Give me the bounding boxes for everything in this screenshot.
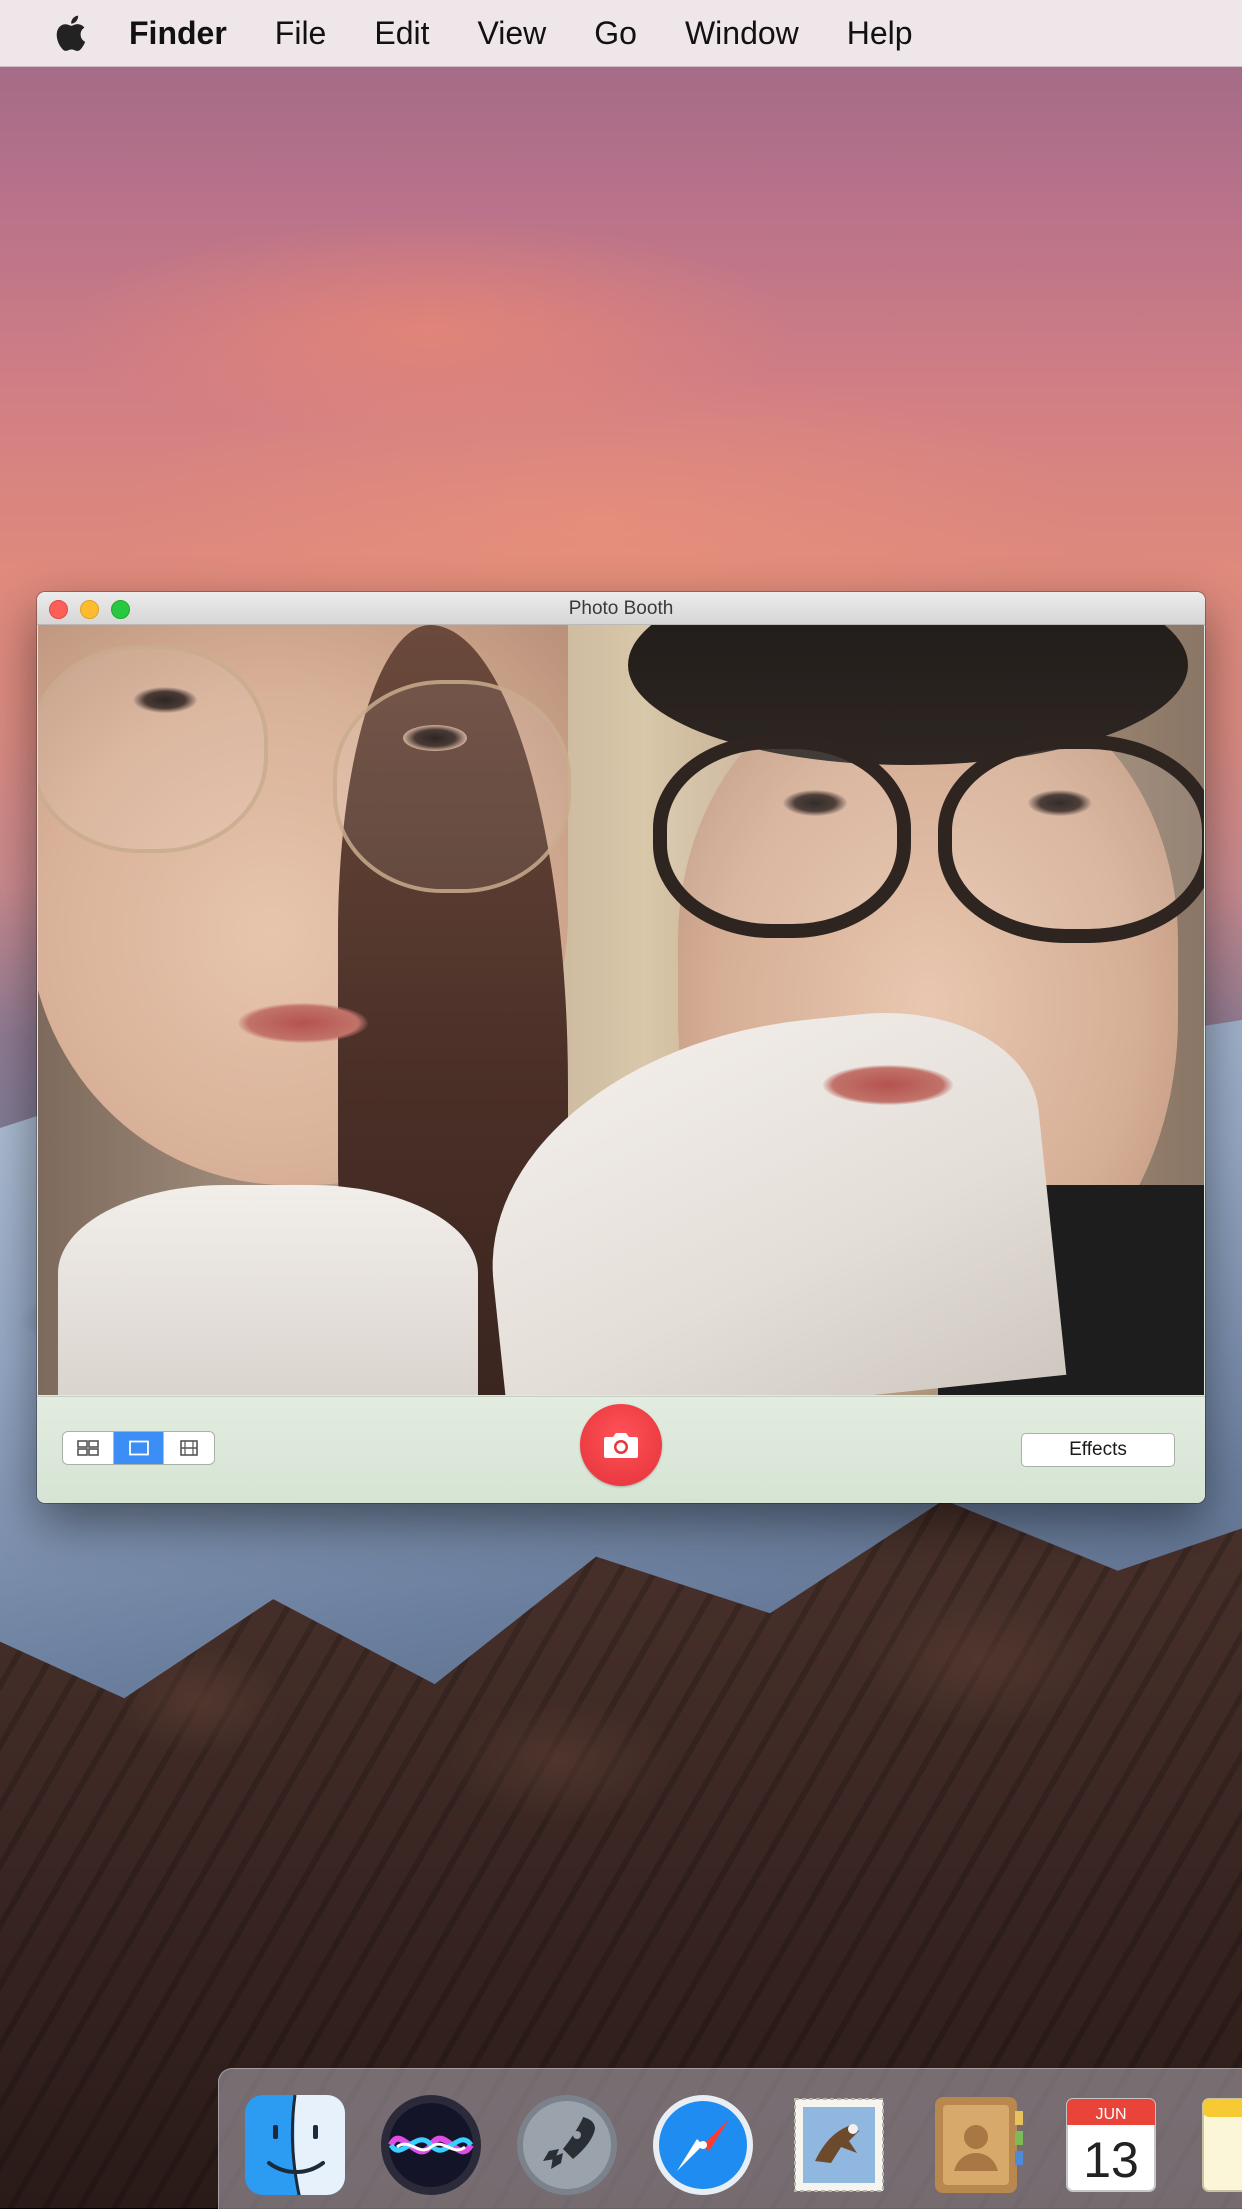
camera-preview bbox=[38, 625, 1204, 1395]
calendar-day: 13 bbox=[1083, 2132, 1139, 2188]
window-title: Photo Booth bbox=[568, 598, 674, 619]
preview-glasses-lens bbox=[938, 735, 1204, 943]
menu-view[interactable]: View bbox=[477, 15, 546, 52]
preview-lips bbox=[238, 1003, 368, 1043]
menu-help[interactable]: Help bbox=[847, 15, 913, 52]
window-titlebar[interactable]: Photo Booth bbox=[37, 592, 1205, 625]
preview-glasses-lens bbox=[38, 645, 268, 853]
single-photo-icon[interactable] bbox=[113, 1432, 165, 1464]
take-photo-button[interactable] bbox=[580, 1404, 662, 1486]
apple-logo-icon[interactable] bbox=[55, 14, 87, 52]
effects-button[interactable]: Effects bbox=[1021, 1433, 1175, 1467]
calendar-month: JUN bbox=[1095, 2106, 1126, 2123]
menu-finder[interactable]: Finder bbox=[129, 15, 227, 52]
menu-edit[interactable]: Edit bbox=[374, 15, 429, 52]
calendar-icon[interactable]: JUN 13 bbox=[1057, 2091, 1165, 2199]
layout-mode-selector bbox=[62, 1431, 215, 1465]
preview-glasses-lens bbox=[653, 735, 911, 938]
preview-lips bbox=[823, 1065, 953, 1105]
preview-shirt-left bbox=[58, 1185, 478, 1395]
filmstrip-icon[interactable] bbox=[164, 1432, 214, 1464]
photo-booth-toolbar: Effects bbox=[37, 1396, 1205, 1503]
safari-icon[interactable] bbox=[649, 2091, 757, 2199]
menu-go[interactable]: Go bbox=[594, 15, 637, 52]
mail-icon[interactable] bbox=[785, 2091, 893, 2199]
dock: JUN 13 bbox=[218, 2068, 1242, 2209]
camera-icon bbox=[604, 1433, 638, 1458]
preview-glasses-lens bbox=[333, 680, 571, 893]
menu-file[interactable]: File bbox=[275, 15, 327, 52]
contacts-icon[interactable] bbox=[921, 2091, 1029, 2199]
four-up-grid-icon[interactable] bbox=[63, 1432, 114, 1464]
siri-icon[interactable] bbox=[377, 2091, 485, 2199]
launchpad-icon[interactable] bbox=[513, 2091, 621, 2199]
notes-icon[interactable] bbox=[1193, 2091, 1242, 2199]
finder-icon[interactable] bbox=[241, 2091, 349, 2199]
menu-bar: Finder File Edit View Go Window Help bbox=[0, 0, 1242, 67]
menu-window[interactable]: Window bbox=[685, 15, 799, 52]
photo-booth-window: Photo Booth Effects bbox=[37, 592, 1205, 1503]
